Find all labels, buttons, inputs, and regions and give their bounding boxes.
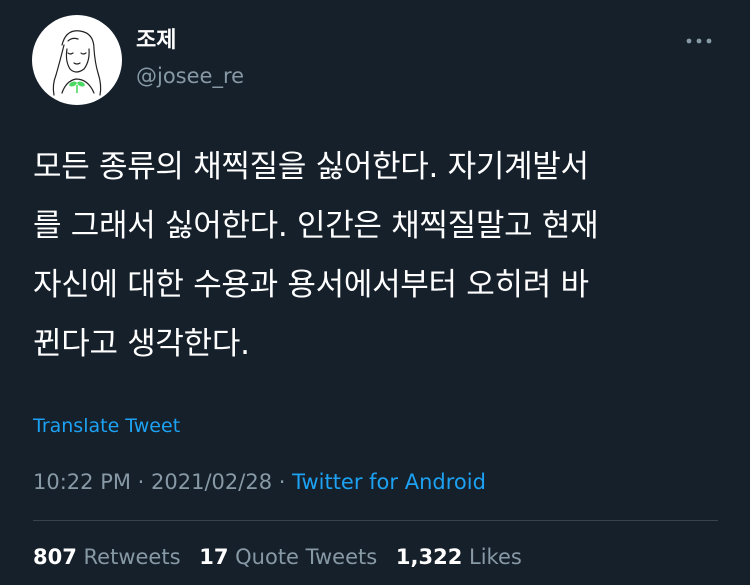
divider [33, 520, 718, 521]
retweets-label: Retweets [83, 545, 181, 569]
tweet-stats: 807 Retweets 17 Quote Tweets 1,322 Likes [33, 542, 534, 572]
meta-separator: · [272, 470, 293, 494]
tweet-text-line: 뀐다고 생각한다. [33, 326, 250, 362]
tweet-text: 모든 종류의 채찍질을 싫어한다. 자기계발서 를 그래서 싫어한다. 인간은 … [33, 138, 733, 374]
line-art-girl-avatar-icon [52, 30, 102, 96]
retweets-stat[interactable]: 807 Retweets [33, 545, 181, 569]
tweet-meta: 10:22 PM · 2021/02/28 · Twitter for Andr… [33, 467, 486, 497]
tweet-text-line: 를 그래서 싫어한다. 인간은 채찍질말고 현재 [33, 208, 599, 244]
likes-label: Likes [469, 545, 522, 569]
quote-tweets-stat[interactable]: 17 Quote Tweets [199, 545, 377, 569]
tweet-date[interactable]: 2021/02/28 [151, 470, 272, 494]
tweet-text-line: 모든 종류의 채찍질을 싫어한다. 자기계발서 [33, 149, 589, 185]
avatar[interactable] [32, 15, 122, 105]
likes-count: 1,322 [395, 545, 463, 569]
more-horizontal-icon[interactable] [684, 30, 714, 52]
quote-tweets-label: Quote Tweets [235, 545, 378, 569]
user-handle[interactable]: @josee_re [136, 63, 244, 89]
translate-tweet-link[interactable]: Translate Tweet [33, 413, 180, 439]
meta-separator: · [130, 470, 152, 494]
sprout-icon [69, 81, 85, 93]
retweets-count: 807 [33, 545, 77, 569]
tweet-source-link[interactable]: Twitter for Android [292, 470, 486, 494]
display-name[interactable]: 조제 [136, 27, 176, 55]
tweet-time: 10:22 PM [33, 470, 131, 494]
tweet-text-line: 자신에 대한 수용과 용서에서부터 오히려 바 [33, 267, 589, 303]
likes-stat[interactable]: 1,322 Likes [396, 545, 522, 569]
quote-tweets-count: 17 [199, 545, 229, 569]
